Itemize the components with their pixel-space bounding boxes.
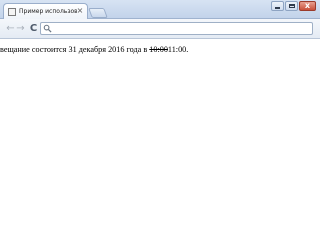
forward-button[interactable]: → (15, 23, 26, 34)
title-bar: Пример использования атр × x (0, 0, 320, 20)
new-tab-button[interactable] (88, 8, 108, 18)
reload-button[interactable]: C (28, 23, 39, 34)
maximize-icon (289, 4, 295, 8)
window-controls: x (270, 1, 316, 12)
tab-active[interactable]: Пример использования атр × (3, 3, 88, 20)
page-icon (8, 8, 16, 16)
text-after: . (186, 45, 189, 54)
page-paragraph: вещание состоится 31 декабря 2016 года в… (0, 44, 320, 56)
inserted-time: 11:00 (167, 45, 187, 54)
close-window-button[interactable]: x (299, 1, 316, 11)
minimize-button[interactable] (271, 1, 284, 11)
deleted-time: 10:00 (149, 45, 168, 54)
tab-close-button[interactable]: × (76, 6, 84, 16)
toolbar: ← → C (0, 19, 320, 39)
address-bar[interactable] (40, 22, 313, 35)
search-icon (43, 24, 52, 33)
tab-title: Пример использования атр (19, 8, 77, 15)
close-icon: x (304, 1, 311, 10)
text-before: вещание состоится 31 декабря 2016 года в (0, 45, 150, 54)
maximize-button[interactable] (285, 1, 298, 11)
minimize-icon (275, 7, 280, 9)
